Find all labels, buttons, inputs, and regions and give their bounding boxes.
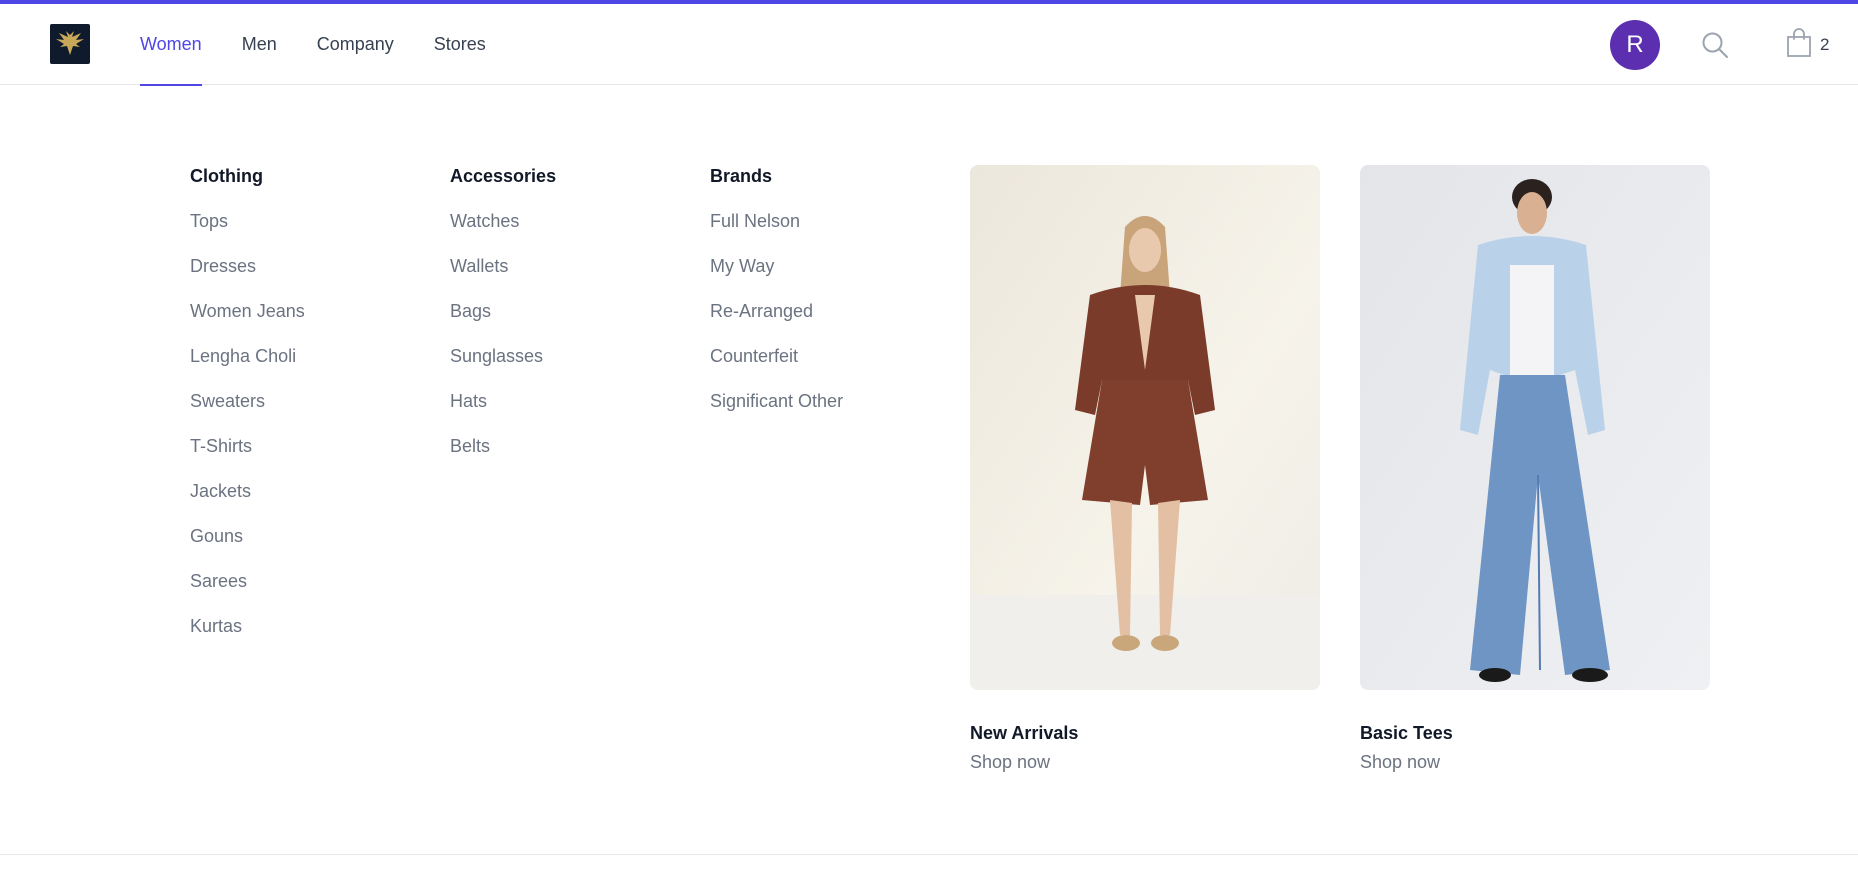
menu-link-tops[interactable]: Tops xyxy=(190,210,305,255)
menu-link-sweaters[interactable]: Sweaters xyxy=(190,390,305,435)
menu-column-title: Brands xyxy=(710,166,773,186)
women-mega-menu: Clothing Tops Dresses Women Jeans Lengha… xyxy=(0,85,1858,855)
menu-link-gouns[interactable]: Gouns xyxy=(190,525,305,570)
menu-link-sunglasses[interactable]: Sunglasses xyxy=(450,345,556,390)
menu-link-belts[interactable]: Belts xyxy=(450,435,556,480)
menu-link-sarees[interactable]: Sarees xyxy=(190,570,305,615)
shop-now-link[interactable]: Shop now xyxy=(970,752,1320,773)
nav-stores[interactable]: Stores xyxy=(434,4,486,85)
menu-link-hats[interactable]: Hats xyxy=(450,390,556,435)
menu-link-dresses[interactable]: Dresses xyxy=(190,255,305,300)
shop-now-link[interactable]: Shop now xyxy=(1360,752,1710,773)
menu-link-significant-other[interactable]: Significant Other xyxy=(710,390,843,435)
menu-column-title: Accessories xyxy=(450,166,557,186)
search-icon[interactable] xyxy=(1700,30,1730,60)
nav-men[interactable]: Men xyxy=(242,4,277,85)
site-header: Women Men Company Stores R 2 xyxy=(0,4,1858,86)
menu-column-accessories: Accessories Watches Wallets Bags Sunglas… xyxy=(450,165,556,480)
cart-button[interactable]: 2 xyxy=(1786,27,1830,63)
menu-link-bags[interactable]: Bags xyxy=(450,300,556,345)
menu-link-jackets[interactable]: Jackets xyxy=(190,480,305,525)
menu-column-title: Clothing xyxy=(190,166,263,186)
menu-list: Full Nelson My Way Re-Arranged Counterfe… xyxy=(710,210,843,435)
user-avatar[interactable]: R xyxy=(1610,20,1660,70)
menu-link-counterfeit[interactable]: Counterfeit xyxy=(710,345,843,390)
menu-link-kurtas[interactable]: Kurtas xyxy=(190,615,305,660)
featured-title: New Arrivals xyxy=(970,723,1079,743)
menu-link-re-arranged[interactable]: Re-Arranged xyxy=(710,300,843,345)
cart-count: 2 xyxy=(1820,35,1830,54)
menu-link-my-way[interactable]: My Way xyxy=(710,255,843,300)
menu-link-t-shirts[interactable]: T-Shirts xyxy=(190,435,305,480)
menu-column-clothing: Clothing Tops Dresses Women Jeans Lengha… xyxy=(190,165,305,660)
nav-company[interactable]: Company xyxy=(317,4,394,85)
nav-women[interactable]: Women xyxy=(140,4,202,86)
featured-basic-tees[interactable]: Basic Tees Shop now xyxy=(1360,165,1710,773)
menu-list: Tops Dresses Women Jeans Lengha Choli Sw… xyxy=(190,210,305,660)
menu-link-full-nelson[interactable]: Full Nelson xyxy=(710,210,843,255)
eagle-logo-icon[interactable] xyxy=(50,24,90,64)
menu-link-lengha-choli[interactable]: Lengha Choli xyxy=(190,345,305,390)
featured-new-arrivals[interactable]: New Arrivals Shop now xyxy=(970,165,1320,773)
featured-title: Basic Tees xyxy=(1360,723,1453,743)
main-nav: Women Men Company Stores xyxy=(140,4,526,86)
menu-link-watches[interactable]: Watches xyxy=(450,210,556,255)
menu-link-women-jeans[interactable]: Women Jeans xyxy=(190,300,305,345)
model-brown-suit-photo[interactable] xyxy=(970,165,1320,690)
menu-column-brands: Brands Full Nelson My Way Re-Arranged Co… xyxy=(710,165,843,435)
model-denim-jeans-photo[interactable] xyxy=(1360,165,1710,690)
shopping-bag-icon xyxy=(1786,27,1812,63)
menu-link-wallets[interactable]: Wallets xyxy=(450,255,556,300)
menu-list: Watches Wallets Bags Sunglasses Hats Bel… xyxy=(450,210,556,480)
